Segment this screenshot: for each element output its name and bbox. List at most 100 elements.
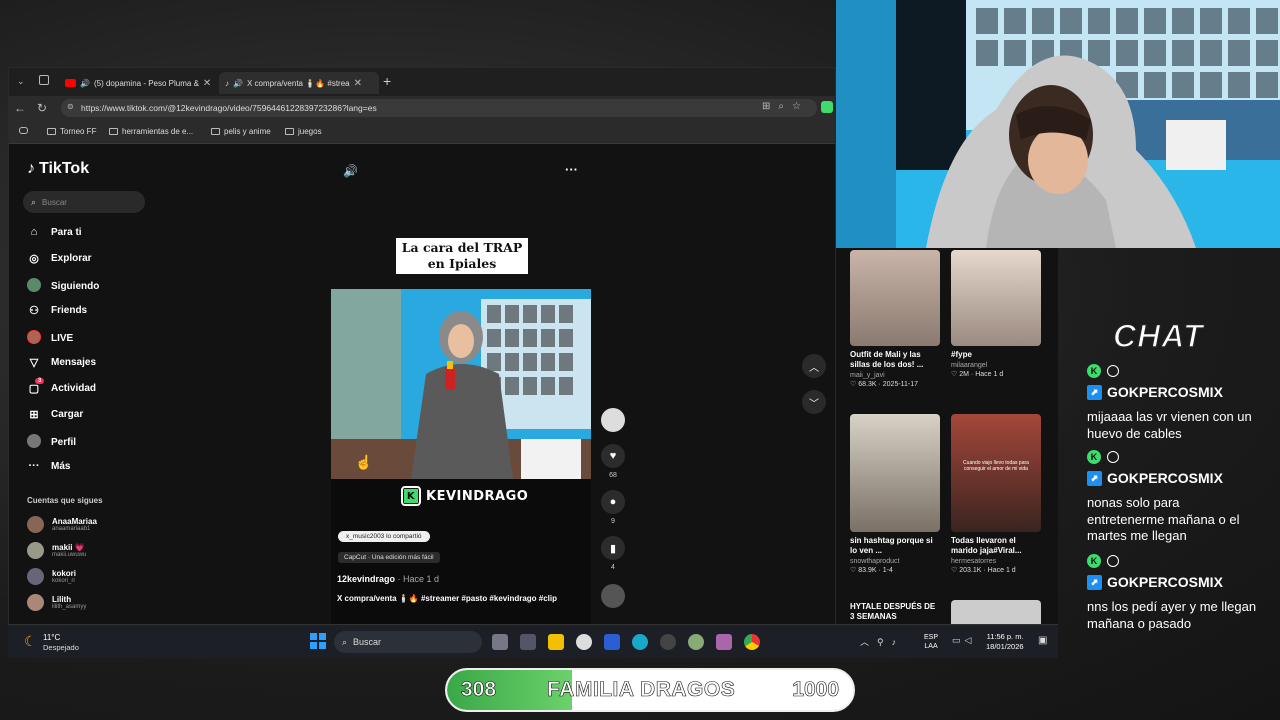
close-icon[interactable]: ✕ (203, 78, 211, 89)
following-item[interactable]: kokori kokori_ri (27, 568, 76, 585)
card-user: hermesatorres (951, 558, 997, 565)
suggested-video-card[interactable]: HYTALE DESPUÉS DE 3 SEMANAS (850, 602, 940, 622)
suggested-video-card[interactable]: Cuando viajo llevo todas para conseguir … (951, 414, 1041, 574)
video-author[interactable]: 12kevindrago · Hace 1 d (337, 574, 439, 584)
edge-icon[interactable] (632, 634, 648, 650)
bookmark-torneo[interactable]: Torneo FF (47, 127, 96, 136)
speaker-icon: 🔊 (80, 78, 90, 88)
avatar (27, 594, 44, 611)
capcut-chip[interactable]: CapCut · Una edición más fácil (338, 552, 440, 563)
address-actions-icon[interactable]: ⊞⌕☆ (762, 101, 809, 112)
nav-perfil[interactable]: Perfil (27, 434, 76, 451)
close-icon[interactable]: ✕ (354, 78, 362, 89)
app-icon[interactable] (520, 634, 536, 650)
prev-video-button[interactable]: ︿ (802, 354, 826, 378)
tab-youtube[interactable]: 🔊 (5) dopamina - Peso Pluma & ✕ (59, 72, 219, 94)
like-action[interactable]: ♥ 68 (601, 444, 625, 479)
shared-chip[interactable]: x_music2003 lo compartió (338, 531, 430, 542)
nav-label: Más (51, 460, 71, 472)
music-disc-icon (601, 584, 625, 608)
start-icon[interactable] (310, 633, 326, 649)
next-video-button[interactable]: ﹀ (802, 390, 826, 414)
new-tab-icon[interactable]: + (383, 73, 391, 89)
extension-icon[interactable] (821, 101, 833, 113)
app-icon[interactable] (716, 634, 732, 650)
url-field[interactable]: ⊜ https://www.tiktok.com/@12kevindrago/v… (61, 99, 817, 117)
comment-icon: ● (601, 490, 625, 514)
bookmark-herramientas[interactable]: herramientas de e... (109, 127, 193, 136)
send-icon: ▽ (29, 357, 39, 369)
following-item[interactable]: Lilith lilith_asamyy (27, 594, 86, 611)
file-explorer-icon[interactable] (548, 634, 564, 650)
language-indicator[interactable]: ESP LAA (924, 633, 938, 651)
nav-label: LIVE (51, 333, 74, 344)
refresh-icon[interactable]: ↻ (31, 101, 53, 115)
volume-icon[interactable]: 🔊 (343, 164, 358, 178)
bookmark-pelis[interactable]: pelis y anime (211, 127, 271, 136)
tab-tiktok[interactable]: ♪ 🔊 X compra/venta 🕯️🔥 #strea ✕ (219, 72, 379, 94)
card-stats: ♡ 83.9K · 1-4 (850, 567, 893, 574)
card-title: Todas llevaron el marido jaja#Viral... (951, 536, 1022, 555)
back-icon[interactable]: ← (9, 101, 31, 115)
search-input[interactable]: ⌕ Buscar (23, 191, 145, 213)
suggested-video-card[interactable] (951, 600, 1041, 624)
nav-actividad[interactable]: ▢ 3 Actividad (27, 378, 96, 395)
task-view-icon[interactable] (492, 634, 508, 650)
save-action[interactable]: ▮ 4 (601, 536, 625, 571)
nav-para-ti[interactable]: ⌂ Para ti (27, 226, 82, 238)
chrome-icon[interactable] (744, 634, 760, 650)
home-icon: ⌂ (30, 226, 38, 238)
upload-icon: ⊞ (29, 409, 39, 421)
avatar (601, 408, 625, 432)
suggested-video-card[interactable]: sin hashtag porque si lo ven ... snowtha… (850, 414, 940, 574)
nav-cargar[interactable]: ⊞ Cargar (27, 408, 83, 421)
notifications-icon[interactable]: ▣ (1038, 635, 1047, 646)
nav-label: Cargar (51, 409, 84, 420)
system-tray-icon[interactable]: ︿⚲♪ (860, 635, 904, 648)
video-frame[interactable] (331, 289, 591, 479)
video-thumbnail: Cuando viajo llevo todas para conseguir … (951, 414, 1041, 532)
nav-live[interactable]: LIVE (27, 330, 73, 347)
avatar (27, 568, 44, 585)
card-date: Hace 1 d (975, 371, 1004, 378)
nav-explorar[interactable]: ◎ Explorar (27, 252, 91, 265)
more-options-icon[interactable]: ··· (565, 162, 578, 177)
bookmark-juegos[interactable]: juegos (285, 127, 322, 136)
card-title: sin hashtag porque si lo ven ... (850, 536, 933, 555)
clock[interactable]: 11:56 p. m. 18/01/2026 (986, 632, 1024, 652)
taskbar-search[interactable]: ⌕ Buscar (334, 631, 482, 653)
music-disc[interactable] (601, 584, 625, 612)
network-volume-icon[interactable]: ▭◁ (952, 635, 975, 646)
author-avatar[interactable] (601, 408, 625, 436)
nav-siguiendo[interactable]: Siguiendo (27, 278, 99, 295)
card-views: 2M (959, 371, 969, 378)
address-bar: ← ↻ ⊜ https://www.tiktok.com/@12kevindra… (9, 96, 835, 120)
following-item[interactable]: makii 💗 makii.uwuwu (27, 542, 86, 559)
nav-mensajes[interactable]: ▽ Mensajes (27, 356, 96, 369)
user-icon (1107, 451, 1119, 463)
weather-icon[interactable]: ☾ (24, 633, 37, 650)
obs-icon[interactable] (576, 634, 592, 650)
app-icon[interactable] (660, 634, 676, 650)
tiktok-logo[interactable]: ♪ TikTok (27, 160, 89, 178)
following-item[interactable]: AnaaMariaa anaamariaab1 (27, 516, 97, 533)
url-text: https://www.tiktok.com/@12kevindrago/vid… (81, 103, 377, 113)
tab-list-icon[interactable]: ⌄ (17, 76, 25, 87)
chat-message: nonas solo para entretenerme mañana o el… (1087, 495, 1240, 543)
weather-desc[interactable]: Despejado (43, 643, 79, 652)
site-info-icon[interactable]: ⊜ (67, 102, 74, 111)
card-title: HYTALE DESPUÉS DE 3 SEMANAS (850, 602, 936, 621)
following-user: makii.uwuwu (52, 552, 87, 558)
nav-friends[interactable]: ⚇ Friends (27, 304, 87, 317)
suggested-video-card[interactable]: Outfit de Mali y las sillas de los dos! … (850, 250, 940, 388)
video-description: X compra/venta 🕯️🔥 #streamer #pasto #kev… (337, 594, 558, 603)
nav-mas[interactable]: ··· Más (27, 460, 71, 472)
weather-temp[interactable]: 11°C (43, 633, 60, 642)
word-icon[interactable] (604, 634, 620, 650)
workspaces-icon[interactable] (39, 75, 49, 85)
reading-list-icon[interactable] (19, 127, 28, 134)
nav-label: Friends (51, 305, 88, 316)
app-icon[interactable] (688, 634, 704, 650)
suggested-video-card[interactable]: #fype milaarangel ♡ 2M · Hace 1 d (951, 250, 1041, 378)
comment-action[interactable]: ● 9 (601, 490, 625, 525)
